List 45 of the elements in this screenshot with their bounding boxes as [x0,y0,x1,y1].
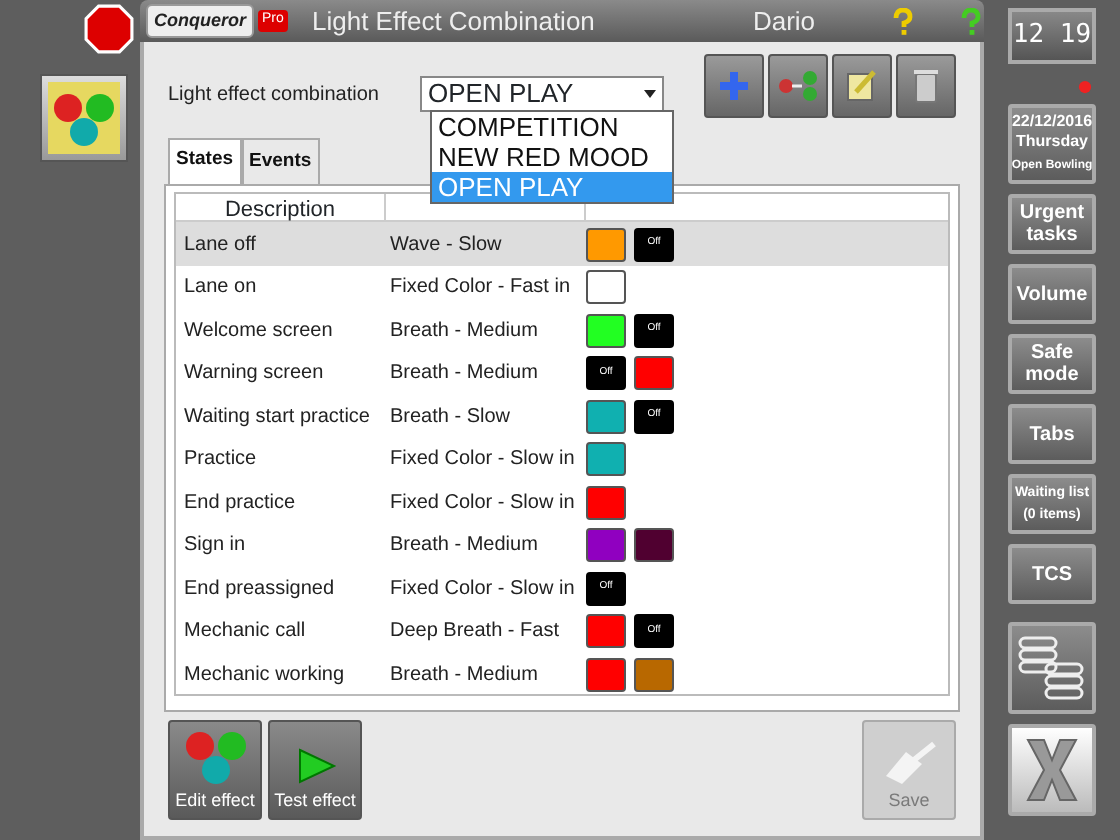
table-cell-text: Breath - Medium [390,317,540,345]
table-cell-text: Fixed Color - Slow in [390,575,577,603]
sidebar-button[interactable]: TCS [1008,544,1096,604]
table-row[interactable]: End practice Fixed Color - Slow in [176,480,948,524]
dropdown-option[interactable]: NEW RED MOOD [432,142,672,172]
table-cell-text: Waiting start practice [184,403,372,431]
window-title: Light Effect Combination [312,3,597,40]
sidebar-button[interactable]: Safe mode [1008,334,1096,394]
sidebar-button[interactable]: Volume [1008,264,1096,324]
table-cell-text: End preassigned [184,575,337,603]
table-cell-text: Breath - Medium [390,360,540,388]
table-cell-text: Mechanic call [184,618,308,646]
table-cell-text: Breath - Slow [390,403,513,431]
field-label: Light effect combination [168,81,381,109]
column-header: Description [176,194,386,221]
table-row[interactable]: Mechanic working Breath - Medium [176,652,948,696]
clock: 12 19 [1008,8,1096,64]
table-cell-text: End practice [184,489,298,517]
table-row[interactable]: Sign in Breath - Medium [176,523,948,567]
sidebar-button[interactable]: Urgent tasks [1008,194,1096,254]
table-cell-text: Lane off [184,231,258,259]
user-name: Dario [750,3,818,40]
table-cell-text: Welcome screen [184,317,335,345]
table-cell-text: Wave - Slow [390,231,504,259]
table-cell-text: Breath - Medium [390,532,540,560]
table-cell-text: Sign in [184,532,248,560]
table-cell-text: Fixed Color - Fast in [390,274,573,302]
combination-select[interactable]: OPEN PLAY [420,76,664,112]
tab[interactable]: Events [241,138,320,185]
logo: Conqueror [146,3,254,39]
table-cell-text: Deep Breath - Fast [390,618,561,646]
action-button[interactable]: Edit effect [168,720,262,820]
table-cell-text: Fixed Color - Slow in [390,489,577,517]
table-cell-text: Breath - Medium [390,661,540,689]
table-cell-text: Lane on [184,274,259,302]
action-button[interactable]: Test effect [268,720,362,820]
tab[interactable]: States [168,138,242,185]
table-cell-text: Mechanic working [184,661,347,689]
sidebar-button[interactable]: Tabs [1008,404,1096,464]
dropdown-option[interactable]: COMPETITION [432,112,672,142]
table-cell-text: Warning screen [184,360,326,388]
table-cell-text: Fixed Color - Slow in [390,446,577,474]
table-row[interactable]: Lane on Fixed Color - Fast in [176,265,948,309]
table-cell-text: Practice [184,446,259,474]
table-row[interactable]: Practice Fixed Color - Slow in [176,437,948,481]
